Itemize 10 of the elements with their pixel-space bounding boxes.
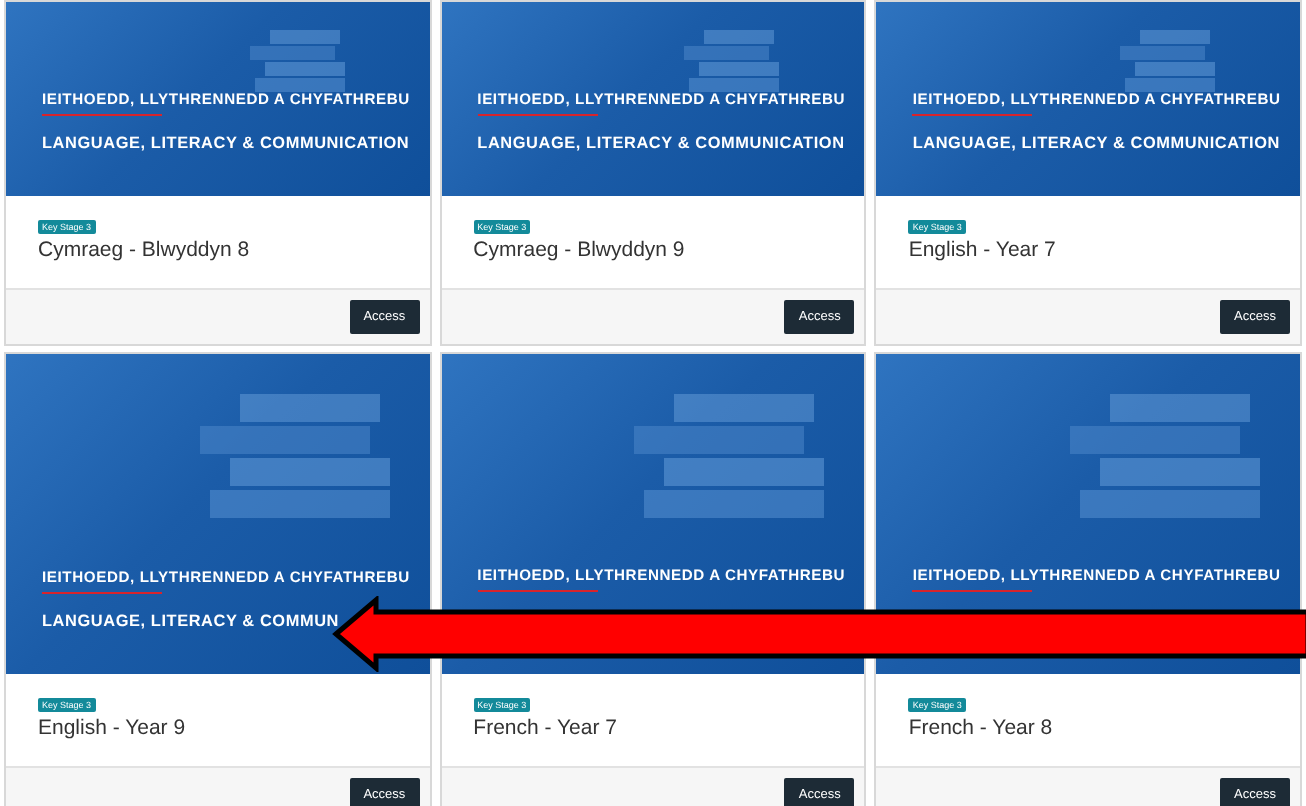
banner-subheading: LANGUAGE, LITERACY & COMMUNICATION: [912, 134, 1282, 152]
course-title: English - Year 9: [38, 716, 186, 740]
course-title: Cymraeg - Blwyddyn 9: [473, 238, 685, 262]
course-title: French - Year 8: [908, 716, 1053, 740]
course-title: English - Year 7: [908, 238, 1056, 262]
banner-subheading: LANGUAGE, LITERACY & COMMUN: [42, 612, 341, 630]
course-title: Cymraeg - Blwyddyn 8: [38, 238, 250, 262]
banner-subheading: LANGUAGE, LITERACY & COMMUNICATION: [477, 134, 847, 152]
banner-subheading: LANGUAGE, LITERACY & COMMUNICATION: [42, 134, 412, 152]
course-title: French - Year 7: [473, 716, 617, 740]
